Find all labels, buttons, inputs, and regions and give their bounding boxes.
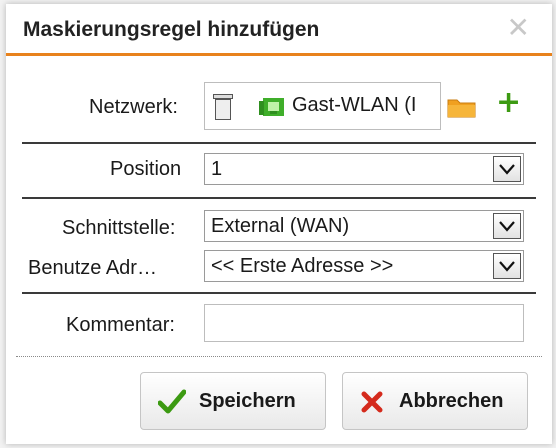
save-button-label: Speichern [199, 390, 296, 412]
chevron-down-icon[interactable] [493, 156, 521, 182]
network-icon [259, 98, 284, 116]
checkmark-icon [158, 389, 186, 414]
divider [22, 292, 536, 294]
network-field[interactable]: Gast-WLAN (I [204, 82, 441, 130]
comment-label: Kommentar: [66, 314, 175, 336]
position-select[interactable]: 1 [204, 153, 524, 185]
interface-select[interactable]: External (WAN) [204, 210, 524, 242]
interface-value: External (WAN) [211, 215, 350, 237]
mask-rule-dialog: Maskierungsregel hinzufügen ✕ Netzwerk: … [6, 4, 552, 444]
address-label: Benutze Adr… [28, 257, 157, 279]
chevron-down-icon[interactable] [493, 253, 521, 279]
network-value: Gast-WLAN (I [292, 94, 417, 116]
folder-icon[interactable] [447, 96, 477, 118]
footer-divider [16, 356, 542, 357]
dialog-title: Maskierungsregel hinzufügen [23, 18, 320, 41]
address-select[interactable]: << Erste Adresse >> [204, 250, 524, 282]
plus-icon[interactable]: + [496, 88, 521, 118]
interface-label: Schnittstelle: [62, 217, 176, 239]
cross-icon [361, 391, 383, 413]
close-icon[interactable]: ✕ [507, 14, 530, 42]
position-label: Position [110, 158, 182, 180]
comment-input[interactable] [204, 304, 524, 342]
position-value: 1 [211, 158, 223, 180]
divider [22, 197, 536, 199]
trash-icon[interactable] [213, 94, 233, 120]
cancel-button-label: Abbrechen [399, 390, 504, 412]
chevron-down-icon[interactable] [493, 213, 521, 239]
save-button[interactable]: Speichern [140, 372, 326, 430]
divider [22, 142, 536, 144]
address-value: << Erste Adresse >> [211, 255, 394, 277]
network-label: Netzwerk: [89, 96, 178, 118]
dialog-titlebar: Maskierungsregel hinzufügen ✕ [6, 4, 552, 56]
cancel-button[interactable]: Abbrechen [342, 372, 528, 430]
